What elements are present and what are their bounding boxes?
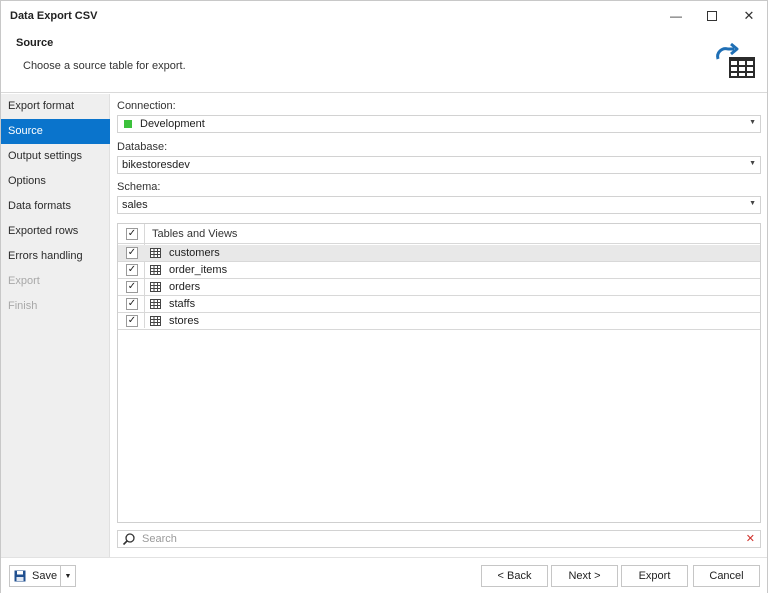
next-button[interactable]: Next > xyxy=(551,565,618,587)
table-row[interactable]: ✓ stores xyxy=(118,313,760,330)
sidebar-item-finish: Finish xyxy=(8,300,38,312)
wizard-header: Source Choose a source table for export. xyxy=(1,31,767,93)
table-name: orders xyxy=(169,281,201,293)
search-input[interactable]: Search xyxy=(142,533,177,545)
sidebar-item-export-format[interactable]: Export format xyxy=(1,94,110,119)
maximize-button[interactable] xyxy=(699,7,725,25)
select-all-checkbox[interactable]: ✓ xyxy=(126,228,138,240)
table-icon xyxy=(150,299,161,309)
connection-select[interactable]: Development ▼ xyxy=(117,115,761,133)
table-row[interactable]: ✓ staffs xyxy=(118,296,760,313)
table-icon xyxy=(150,265,161,275)
sidebar-item-source[interactable]: Source xyxy=(1,119,110,144)
schema-value: sales xyxy=(122,199,148,211)
table-icon xyxy=(150,316,161,326)
table-name: customers xyxy=(169,247,220,259)
row-checkbox[interactable]: ✓ xyxy=(126,247,138,259)
table-row[interactable]: ✓ order_items xyxy=(118,262,760,279)
save-label: Save xyxy=(32,570,58,582)
maximize-icon xyxy=(707,11,717,21)
close-button[interactable]: ✕ xyxy=(736,7,762,25)
table-name: stores xyxy=(169,315,199,327)
chevron-down-icon[interactable]: ▼ xyxy=(749,119,756,126)
sidebar-item-export: Export xyxy=(8,275,40,287)
back-button[interactable]: < Back xyxy=(481,565,548,587)
table-name: order_items xyxy=(169,264,228,276)
table-icon xyxy=(150,282,161,292)
sidebar-item-exported-rows[interactable]: Exported rows xyxy=(1,219,110,244)
wizard-footer: Save ▼ < Back Next > Export Cancel xyxy=(1,557,767,593)
database-label: Database: xyxy=(117,141,168,153)
sidebar-item-errors-handling[interactable]: Errors handling xyxy=(1,244,110,269)
search-box[interactable]: Search ✕ xyxy=(117,530,761,548)
sidebar-item-data-formats[interactable]: Data formats xyxy=(1,194,110,219)
clear-icon[interactable]: ✕ xyxy=(746,532,755,545)
title-bar: Data Export CSV — ✕ xyxy=(1,1,767,31)
chevron-down-icon[interactable]: ▼ xyxy=(749,200,756,207)
row-checkbox[interactable]: ✓ xyxy=(126,298,138,310)
table-row[interactable]: ✓ customers xyxy=(118,245,760,262)
database-select[interactable]: bikestoresdev ▼ xyxy=(117,156,761,174)
export-table-icon xyxy=(716,42,755,78)
wizard-sidebar: Export format Source Output settings Opt… xyxy=(1,94,110,557)
sidebar-item-options[interactable]: Options xyxy=(1,169,110,194)
grid-header-label: Tables and Views xyxy=(152,228,238,240)
schema-label: Schema: xyxy=(117,181,161,193)
table-icon xyxy=(150,248,161,258)
page-title: Source xyxy=(16,37,54,49)
page-subtitle: Choose a source table for export. xyxy=(23,60,186,72)
connection-label: Connection: xyxy=(117,100,176,112)
tables-grid: ✓ Tables and Views ✓ customers ✓ order_i… xyxy=(117,223,761,523)
chevron-down-icon[interactable]: ▼ xyxy=(749,160,756,167)
minimize-button[interactable]: — xyxy=(663,7,689,25)
schema-select[interactable]: sales ▼ xyxy=(117,196,761,214)
floppy-disk-icon xyxy=(14,570,26,582)
export-button[interactable]: Export xyxy=(621,565,688,587)
search-icon xyxy=(122,533,135,546)
database-value: bikestoresdev xyxy=(122,159,190,171)
row-checkbox[interactable]: ✓ xyxy=(126,281,138,293)
row-checkbox[interactable]: ✓ xyxy=(126,315,138,327)
connection-value: Development xyxy=(140,118,205,130)
table-row[interactable]: ✓ orders xyxy=(118,279,760,296)
table-name: staffs xyxy=(169,298,196,310)
row-checkbox[interactable]: ✓ xyxy=(126,264,138,276)
chevron-down-icon: ▼ xyxy=(64,572,72,580)
connection-status-icon xyxy=(124,120,132,128)
grid-header: ✓ Tables and Views xyxy=(118,224,760,244)
save-button[interactable]: Save xyxy=(9,565,61,587)
save-dropdown-button[interactable]: ▼ xyxy=(60,565,76,587)
cancel-button[interactable]: Cancel xyxy=(693,565,760,587)
dialog-window: Data Export CSV — ✕ Source Choose a sour… xyxy=(0,0,768,593)
window-title: Data Export CSV xyxy=(10,10,98,22)
sidebar-item-output-settings[interactable]: Output settings xyxy=(1,144,110,169)
